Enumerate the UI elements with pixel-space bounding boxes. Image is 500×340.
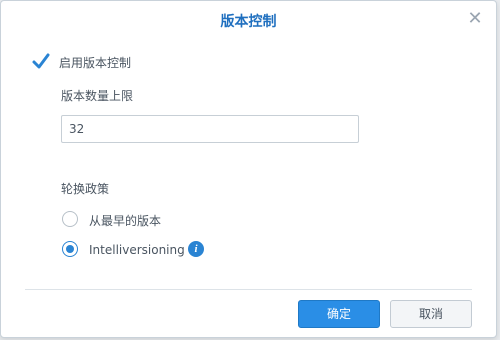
version-control-dialog: 版本控制 ✕ 启用版本控制 版本数量上限 32 轮换政策 从最早的版本 Inte… — [0, 0, 497, 338]
check-icon — [32, 53, 50, 69]
radio-oldest-version[interactable] — [62, 211, 78, 227]
ok-button[interactable]: 确定 — [298, 300, 380, 328]
enable-versioning-label: 启用版本控制 — [59, 56, 132, 70]
dialog-title: 版本控制 — [220, 14, 277, 30]
rotation-policy-label: 轮换政策 — [61, 182, 110, 196]
footer-divider — [25, 289, 472, 290]
info-icon[interactable]: i — [188, 241, 204, 257]
radio-oldest-version-label: 从最早的版本 — [89, 214, 162, 228]
max-versions-field[interactable]: 32 — [61, 115, 359, 143]
enable-versioning-checkbox[interactable] — [31, 52, 51, 72]
dialog-titlebar: 版本控制 ✕ — [1, 1, 496, 39]
max-versions-label: 版本数量上限 — [61, 89, 134, 103]
close-icon[interactable]: ✕ — [466, 10, 484, 28]
radio-intelliversioning[interactable] — [62, 241, 78, 257]
cancel-button[interactable]: 取消 — [390, 300, 472, 328]
radio-intelliversioning-label: Intelliversioning — [89, 243, 185, 257]
